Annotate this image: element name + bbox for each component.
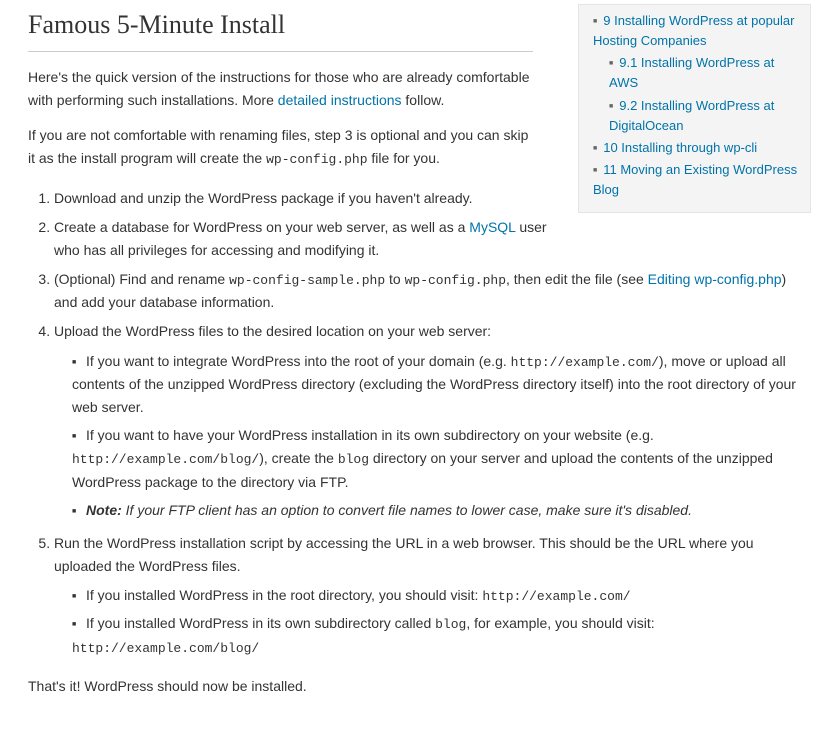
step-5: Run the WordPress installation script by…: [54, 532, 811, 660]
intro-paragraph: Here's the quick version of the instruct…: [28, 66, 533, 112]
detailed-instructions-link[interactable]: detailed instructions: [278, 92, 402, 108]
bullet-icon: ■: [72, 431, 78, 443]
code-config: wp-config.php: [405, 273, 506, 288]
toc-item: ■11 Moving an Existing WordPress Blog: [587, 160, 800, 200]
code-dir: blog: [338, 452, 369, 467]
toc-sidebar: ■9 Installing WordPress at popular Hosti…: [578, 4, 811, 213]
list-item: ■If you want to have your WordPress inst…: [72, 424, 811, 494]
toc-link[interactable]: 11 Moving an Existing WordPress Blog: [593, 162, 797, 197]
comfort-paragraph: If you are not comfortable with renaming…: [28, 124, 533, 171]
bullet-icon: ■: [593, 145, 597, 152]
toc-link[interactable]: 9.1 Installing WordPress at AWS: [609, 55, 774, 90]
toc-list: ■9 Installing WordPress at popular Hosti…: [587, 11, 800, 200]
list-item: ■If you installed WordPress in its own s…: [72, 612, 811, 659]
code-url: http://example.com/blog/: [72, 452, 259, 467]
install-steps: Download and unzip the WordPress package…: [28, 187, 811, 660]
list-item: ■If you installed WordPress in the root …: [72, 584, 811, 607]
step-2: Create a database for WordPress on your …: [54, 216, 811, 262]
note-body: If your FTP client has an option to conv…: [122, 502, 692, 518]
bullet-icon: ■: [72, 591, 78, 603]
toc-link[interactable]: 9.2 Installing WordPress at DigitalOcean: [609, 98, 774, 133]
bullet-icon: ■: [593, 167, 597, 174]
code-wp-config: wp-config.php: [266, 152, 367, 167]
code-url: http://example.com/: [482, 589, 630, 604]
code-url: http://example.com/: [511, 355, 659, 370]
bullet-icon: ■: [72, 506, 78, 518]
step-5-sublist: ■If you installed WordPress in the root …: [54, 584, 811, 659]
editing-wp-config-link[interactable]: Editing wp-config.php: [648, 271, 782, 287]
step-3: (Optional) Find and rename wp-config-sam…: [54, 268, 811, 315]
step-4: Upload the WordPress files to the desire…: [54, 320, 811, 521]
toc-item: ■9.1 Installing WordPress at AWS: [587, 53, 800, 93]
bullet-icon: ■: [72, 619, 78, 631]
note-label: Note:: [86, 502, 122, 518]
code-dir: blog: [435, 617, 466, 632]
page-title: Famous 5-Minute Install: [28, 4, 533, 52]
list-item: ■If you want to integrate WordPress into…: [72, 350, 811, 420]
step-5-lead: Run the WordPress installation script by…: [54, 535, 754, 574]
code-sample: wp-config-sample.php: [229, 273, 385, 288]
step-4-lead: Upload the WordPress files to the desire…: [54, 323, 491, 339]
toc-link[interactable]: 9 Installing WordPress at popular Hostin…: [593, 13, 794, 48]
code-url: http://example.com/blog/: [72, 641, 259, 656]
toc-item: ■9 Installing WordPress at popular Hosti…: [587, 11, 800, 51]
step-4-sublist: ■If you want to integrate WordPress into…: [54, 350, 811, 522]
bullet-icon: ■: [609, 103, 613, 110]
bullet-icon: ■: [593, 18, 597, 25]
list-item-note: ■ Note: If your FTP client has an option …: [72, 499, 811, 522]
toc-item: ■ 10 Installing through wp-cli: [587, 138, 800, 158]
bullet-icon: ■: [609, 60, 613, 67]
outro-paragraph: That's it! WordPress should now be insta…: [28, 675, 811, 698]
toc-link[interactable]: 10 Installing through wp-cli: [603, 140, 757, 155]
toc-item: ■9.2 Installing WordPress at DigitalOcea…: [587, 96, 800, 136]
bullet-icon: ■: [72, 357, 78, 369]
mysql-link[interactable]: MySQL: [469, 219, 515, 235]
